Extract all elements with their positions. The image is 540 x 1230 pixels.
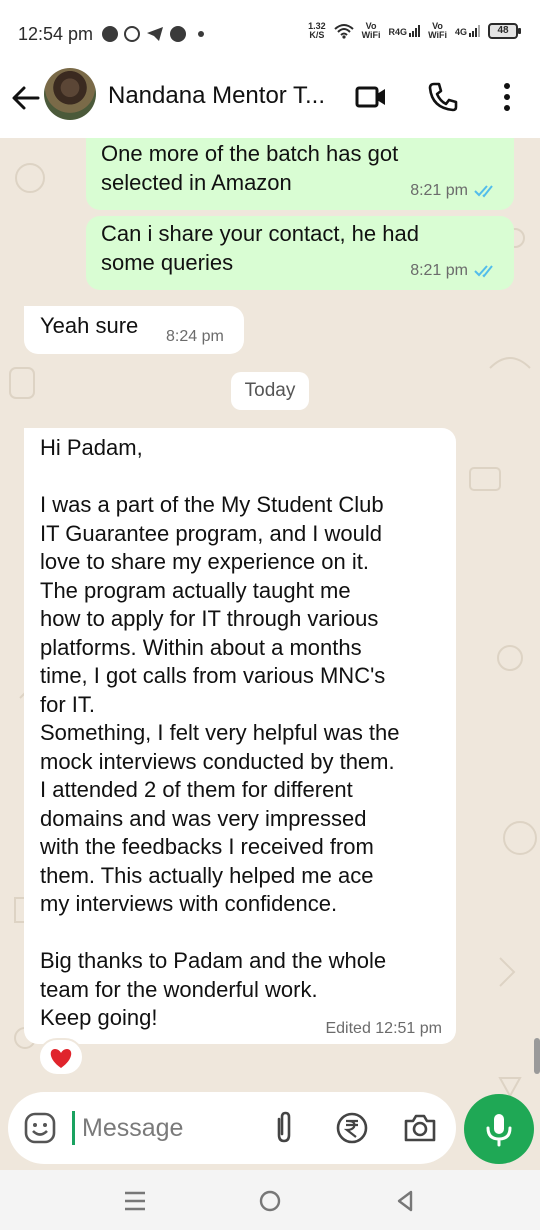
back-button[interactable]	[8, 80, 44, 116]
more-vertical-icon	[504, 83, 510, 111]
incoming-message-1[interactable]: Yeah sure 8:24 pm	[24, 306, 244, 354]
more-options-button[interactable]	[490, 80, 524, 114]
attach-button[interactable]	[266, 1110, 302, 1146]
back-nav-button[interactable]	[390, 1186, 420, 1216]
text-caret	[72, 1111, 75, 1145]
contact-avatar[interactable]	[44, 68, 96, 120]
message-input[interactable]	[82, 1110, 262, 1146]
rupee-payment-icon	[336, 1112, 368, 1144]
emoji-icon	[24, 1112, 56, 1144]
message-text: Yeah sure	[40, 313, 139, 338]
home-button[interactable]	[255, 1186, 285, 1216]
message-meta: 8:21 pm	[410, 182, 500, 200]
sim2-vowifi: Vo WiFi	[428, 21, 447, 40]
date-separator: Today	[231, 372, 309, 410]
status-bar: 12:54 pm 1.32 K/S Vo WiFi R4G Vo WiFi 4G…	[0, 0, 540, 66]
home-icon	[259, 1190, 281, 1212]
wifi-icon	[333, 24, 354, 39]
outgoing-message-1[interactable]: One more of the batch has got selected i…	[86, 138, 514, 210]
back-icon	[397, 1190, 413, 1212]
net-speed: 1.32 K/S	[308, 21, 326, 40]
status-indicators: 1.32 K/S Vo WiFi R4G Vo WiFi 4G 48	[308, 21, 521, 40]
message-time: 8:21 pm	[410, 182, 468, 199]
messages-icon	[102, 26, 118, 42]
outgoing-message-2[interactable]: Can i share your contact, he had some qu…	[86, 216, 514, 290]
sim2-signal-bars-icon	[469, 25, 480, 37]
phone-call-icon	[428, 82, 458, 112]
chat-area[interactable]: One more of the batch has got selected i…	[0, 138, 540, 1170]
battery-icon: 48	[488, 23, 521, 39]
emoji-button[interactable]	[22, 1110, 58, 1146]
sim1-vowifi: Vo WiFi	[361, 21, 381, 40]
status-time: 12:54 pm	[18, 24, 94, 44]
message-reaction[interactable]	[38, 1038, 84, 1076]
video-call-icon	[355, 86, 385, 108]
chat-icon	[170, 26, 186, 42]
camera-button[interactable]	[402, 1110, 438, 1146]
message-time: 8:21 pm	[410, 262, 468, 279]
message-time: Edited 12:51 pm	[325, 1020, 442, 1037]
voice-call-button[interactable]	[426, 80, 460, 114]
voice-message-button[interactable]	[464, 1094, 534, 1164]
message-meta: 8:24 pm	[166, 328, 224, 346]
message-composer	[8, 1092, 456, 1164]
message-text: Hi Padam, I was a part of the My Student…	[40, 435, 400, 1030]
notification-icons	[102, 26, 204, 42]
recents-icon	[125, 1191, 145, 1211]
read-receipt-icon	[474, 265, 493, 278]
back-arrow-icon	[12, 86, 40, 110]
payment-button[interactable]	[334, 1110, 370, 1146]
sim2-signal: 4G	[455, 25, 480, 37]
message-meta: Edited 12:51 pm	[325, 1020, 442, 1038]
message-time: 8:24 pm	[166, 328, 224, 345]
more-notifications-dot	[198, 31, 204, 37]
message-text: Can i share your contact, he had some qu…	[101, 221, 419, 275]
message-meta: 8:21 pm	[410, 262, 500, 280]
mic-icon	[486, 1114, 512, 1147]
incoming-message-2[interactable]: Hi Padam, I was a part of the My Student…	[24, 428, 456, 1044]
recents-button[interactable]	[120, 1186, 150, 1216]
system-nav-bar	[0, 1170, 540, 1230]
b-app-icon	[124, 26, 140, 42]
telegram-icon	[147, 27, 163, 41]
message-text: One more of the batch has got selected i…	[101, 141, 399, 195]
chat-title[interactable]: Nandana Mentor T...	[108, 82, 336, 110]
attach-icon	[277, 1111, 291, 1143]
scroll-handle[interactable]	[534, 1038, 540, 1074]
read-receipt-icon	[474, 185, 493, 198]
video-call-button[interactable]	[354, 80, 388, 114]
sim1-signal-bars-icon	[409, 25, 421, 37]
sim1-signal: R4G	[389, 25, 421, 37]
heart-emoji-icon	[50, 1049, 72, 1068]
camera-icon	[404, 1114, 436, 1142]
chat-header: Nandana Mentor T...	[0, 66, 540, 138]
